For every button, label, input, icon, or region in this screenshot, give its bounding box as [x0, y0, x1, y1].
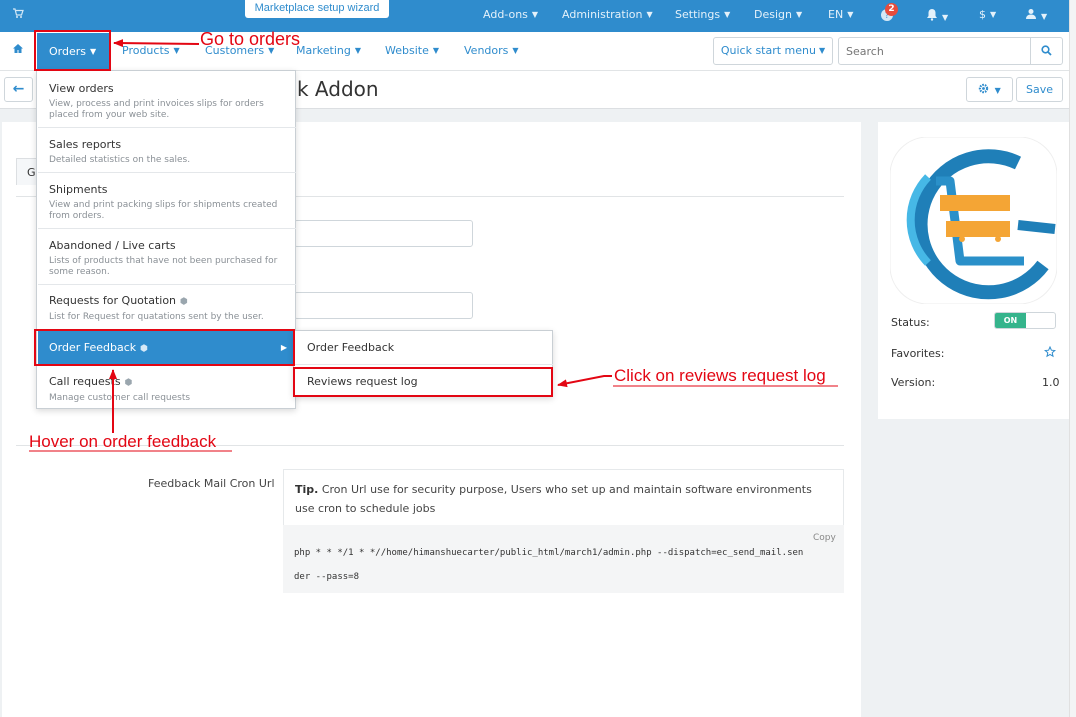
chevron-right-icon: ▶	[280, 343, 287, 352]
copy-button[interactable]: Copy	[813, 533, 836, 543]
menu-addons[interactable]: Add-ons ▼	[483, 8, 538, 21]
status-label: Status:	[891, 316, 930, 329]
cart-icon[interactable]	[12, 7, 24, 22]
nav-products[interactable]: Products ▼	[122, 44, 180, 57]
menu-item-requests-for-quotation[interactable]: Requests for Quotation ⬢ List for Request …	[38, 285, 296, 331]
addon-logo	[889, 136, 1058, 305]
cron-url-label: Feedback Mail Cron Url	[148, 477, 275, 490]
home-icon[interactable]	[12, 43, 24, 57]
save-button[interactable]: Save	[1016, 77, 1063, 102]
cron-command: php * * */1 * *//home/himanshuecarter/pu…	[283, 525, 844, 593]
page-title: ck Addon	[286, 77, 379, 101]
menu-item-order-feedback[interactable]: Order Feedback ⬢ ▶	[38, 331, 296, 366]
menu-item-sales-reports[interactable]: Sales reports Detailed statistics on the …	[38, 128, 296, 173]
menu-design[interactable]: Design ▼	[754, 8, 802, 21]
back-arrow-icon[interactable]: ←	[4, 77, 33, 102]
star-icon[interactable]	[1043, 345, 1057, 361]
notification-badge: 2	[885, 3, 898, 16]
setting-field-1[interactable]	[294, 220, 473, 247]
search-icon[interactable]	[1030, 37, 1063, 65]
addon-puzzle-icon: ⬢	[140, 344, 148, 354]
nav-orders[interactable]: Orders ▼	[37, 33, 110, 69]
top-bar: Add-ons ▼ Administration ▼ Settings ▼ Desig…	[0, 0, 1076, 32]
submenu-reviews-request-log[interactable]: Reviews request log	[295, 366, 553, 399]
menu-language[interactable]: EN ▼	[828, 8, 853, 21]
order-feedback-submenu: Order Feedback Reviews request log	[293, 330, 553, 397]
addon-puzzle-icon: ⬢	[180, 297, 188, 307]
version-label: Version:	[891, 376, 936, 389]
addon-puzzle-icon: ⬢	[124, 378, 133, 388]
annotation-click-reviews: Click on reviews request log	[614, 366, 826, 385]
menu-item-shipments[interactable]: Shipments View and print packing slips fo…	[38, 173, 296, 229]
tip-text: Cron Url use for security purpose, Users…	[295, 483, 812, 515]
menu-item-view-orders[interactable]: View orders View, process and print invoi…	[38, 72, 296, 128]
tip-box: Tip. Cron Url use for security purpose, …	[283, 469, 844, 526]
status-toggle[interactable]: ON	[994, 312, 1056, 329]
orders-dropdown: View orders View, process and print invoi…	[36, 70, 296, 409]
status-on: ON	[995, 313, 1026, 328]
menu-item-abandoned-carts[interactable]: Abandoned / Live carts Lists of products …	[38, 229, 296, 285]
menu-settings[interactable]: Settings ▼	[675, 8, 730, 21]
marketplace-wizard-button[interactable]: Marketplace setup wizard	[245, 0, 389, 18]
setting-field-2[interactable]	[294, 292, 473, 319]
nav-marketing[interactable]: Marketing ▼	[296, 44, 361, 57]
tip-title: Tip.	[295, 483, 319, 496]
scrollbar[interactable]	[1069, 0, 1076, 717]
version-value: 1.0	[1042, 376, 1060, 389]
annotation-go-to-orders: Go to orders	[200, 29, 301, 49]
submenu-order-feedback[interactable]: Order Feedback	[295, 332, 553, 365]
menu-currency[interactable]: $ ▼	[979, 8, 996, 21]
quick-start-menu-button[interactable]: Quick start menu ▼	[713, 37, 833, 65]
bell-icon[interactable]: ▼	[926, 8, 948, 24]
gear-icon[interactable]: ▼	[966, 77, 1013, 102]
user-icon[interactable]: ▼	[1025, 8, 1047, 23]
favorites-label: Favorites:	[891, 347, 945, 360]
nav-website[interactable]: Website ▼	[385, 44, 439, 57]
nav-vendors[interactable]: Vendors ▼	[464, 44, 519, 57]
annotation-hover-feedback: Hover on order feedback	[29, 432, 217, 451]
menu-administration[interactable]: Administration ▼	[562, 8, 653, 21]
menu-item-call-requests[interactable]: Call requests ⬢ Manage customer call reque…	[38, 366, 296, 408]
search-input[interactable]	[838, 37, 1031, 65]
